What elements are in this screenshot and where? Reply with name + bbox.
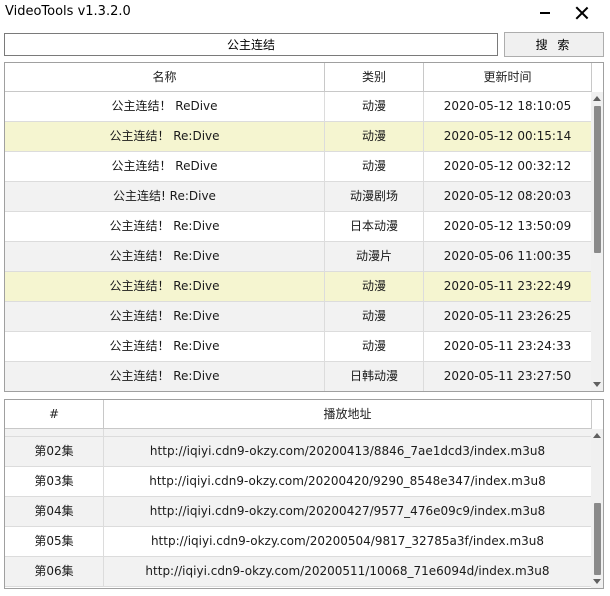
cell-name: 公主连结！ Re:Dive [5,272,325,301]
cell-updated: 2020-05-12 00:32:12 [424,152,592,181]
table-row[interactable]: 第06集 http://iqiyi.cdn9-okzy.com/20200511… [5,557,592,587]
cell-episode: 第06集 [5,557,104,586]
cell-category: 日韩动漫 [325,362,424,391]
table-row[interactable]: 第03集 http://iqiyi.cdn9-okzy.com/20200420… [5,467,592,497]
table-row[interactable]: 第02集 http://iqiyi.cdn9-okzy.com/20200413… [5,437,592,467]
minimize-button[interactable] [524,0,564,26]
cell-url: http://iqiyi.cdn9-okzy.com/20200511/1006… [104,557,592,586]
table-row-partial [5,429,592,437]
scroll-up-arrow-icon[interactable] [593,433,601,438]
episodes-table-body: 第02集 http://iqiyi.cdn9-okzy.com/20200413… [5,429,592,587]
scroll-down-arrow-icon[interactable] [593,382,601,387]
cell-name: 公主连结！ Re:Dive [5,242,325,271]
cell-updated: 2020-05-12 08:20:03 [424,182,592,211]
cell-category: 动漫 [325,152,424,181]
close-icon [575,6,589,20]
cell-name: 公主连结! Re:Dive [5,182,325,211]
cell-category: 日本动漫 [325,212,424,241]
cell-updated: 2020-05-11 23:27:50 [424,362,592,391]
minimize-icon [540,12,550,14]
column-header-category[interactable]: 类别 [325,63,424,92]
results-vertical-scrollbar[interactable] [591,92,603,391]
table-row[interactable]: 公主连结！ Re:Dive 动漫片 2020-05-06 11:00:35 [5,242,592,272]
scroll-up-arrow-icon[interactable] [593,96,601,101]
column-header-name[interactable]: 名称 [5,63,325,92]
cell-updated: 2020-05-11 23:24:33 [424,332,592,361]
search-input[interactable] [4,33,498,56]
search-button[interactable]: 搜 索 [504,32,604,57]
cell-category: 动漫 [325,272,424,301]
window-title: VideoTools v1.3.2.0 [5,4,131,19]
scrollbar-thumb[interactable] [594,503,601,575]
title-bar: VideoTools v1.3.2.0 [0,0,610,26]
episodes-vertical-scrollbar[interactable] [591,429,603,588]
episodes-table: # 播放地址 第02集 http://iqiyi.cdn9-okzy.com/2… [4,399,604,589]
cell-updated: 2020-05-12 18:10:05 [424,92,592,121]
results-table-body: 公主连结！ ReDive 动漫 2020-05-12 18:10:05 公主连结… [5,92,592,391]
results-table: 名称 类别 更新时间 公主连结！ ReDive 动漫 2020-05-12 18… [4,62,604,392]
table-row[interactable]: 公主连结! Re:Dive 动漫剧场 2020-05-12 08:20:03 [5,182,592,212]
cell-episode: 第02集 [5,437,104,466]
column-header-updated[interactable]: 更新时间 [424,63,592,92]
cell-category: 动漫 [325,302,424,331]
table-row[interactable]: 公主连结！ Re:Dive 动漫 2020-05-11 23:22:49 [5,272,592,302]
cell-updated: 2020-05-12 00:15:14 [424,122,592,151]
cell-episode: 第05集 [5,527,104,556]
cell-updated: 2020-05-06 11:00:35 [424,242,592,271]
table-row[interactable]: 公主连结！ Re:Dive 日本动漫 2020-05-12 13:50:09 [5,212,592,242]
cell-name: 公主连结！ ReDive [5,152,325,181]
cell-name: 公主连结！ Re:Dive [5,302,325,331]
cell-updated: 2020-05-12 13:50:09 [424,212,592,241]
cell-name: 公主连结！ Re:Dive [5,332,325,361]
column-header-number[interactable]: # [5,400,104,429]
table-row[interactable]: 第05集 http://iqiyi.cdn9-okzy.com/20200504… [5,527,592,557]
cell-name: 公主连结！ Re:Dive [5,362,325,391]
table-row[interactable]: 公主连结！ ReDive 动漫 2020-05-12 00:32:12 [5,152,592,182]
cell-url: http://iqiyi.cdn9-okzy.com/20200427/9577… [104,497,592,526]
cell-category: 动漫 [325,92,424,121]
scrollbar-thumb[interactable] [594,106,601,253]
table-row[interactable]: 公主连结！ Re:Dive 动漫 2020-05-11 23:24:33 [5,332,592,362]
cell-episode: 第03集 [5,467,104,496]
cell-category: 动漫片 [325,242,424,271]
scroll-down-arrow-icon[interactable] [593,579,601,584]
column-header-url[interactable]: 播放地址 [104,400,592,429]
table-row[interactable]: 公主连结！ Re:Dive 日韩动漫 2020-05-11 23:27:50 [5,362,592,391]
episodes-table-header: # 播放地址 [5,400,592,429]
cell-updated: 2020-05-11 23:26:25 [424,302,592,331]
cell-name: 公主连结！ Re:Dive [5,122,325,151]
table-row[interactable]: 公主连结！ ReDive 动漫 2020-05-12 18:10:05 [5,92,592,122]
cell-category: 动漫 [325,122,424,151]
cell-episode: 第04集 [5,497,104,526]
cell-url: http://iqiyi.cdn9-okzy.com/20200504/9817… [104,527,592,556]
close-button[interactable] [562,0,602,26]
cell-category: 动漫 [325,332,424,361]
cell-updated: 2020-05-11 23:22:49 [424,272,592,301]
results-table-header: 名称 类别 更新时间 [5,63,592,92]
cell-url: http://iqiyi.cdn9-okzy.com/20200413/8846… [104,437,592,466]
table-row[interactable]: 公主连结！ Re:Dive 动漫 2020-05-12 00:15:14 [5,122,592,152]
table-row[interactable]: 公主连结！ Re:Dive 动漫 2020-05-11 23:26:25 [5,302,592,332]
cell-name: 公主连结！ ReDive [5,92,325,121]
cell-category: 动漫剧场 [325,182,424,211]
table-row[interactable]: 第04集 http://iqiyi.cdn9-okzy.com/20200427… [5,497,592,527]
cell-name: 公主连结！ Re:Dive [5,212,325,241]
app-window: VideoTools v1.3.2.0 搜 索 名称 类别 更新时间 公主连结！… [0,0,610,596]
cell-url: http://iqiyi.cdn9-okzy.com/20200420/9290… [104,467,592,496]
